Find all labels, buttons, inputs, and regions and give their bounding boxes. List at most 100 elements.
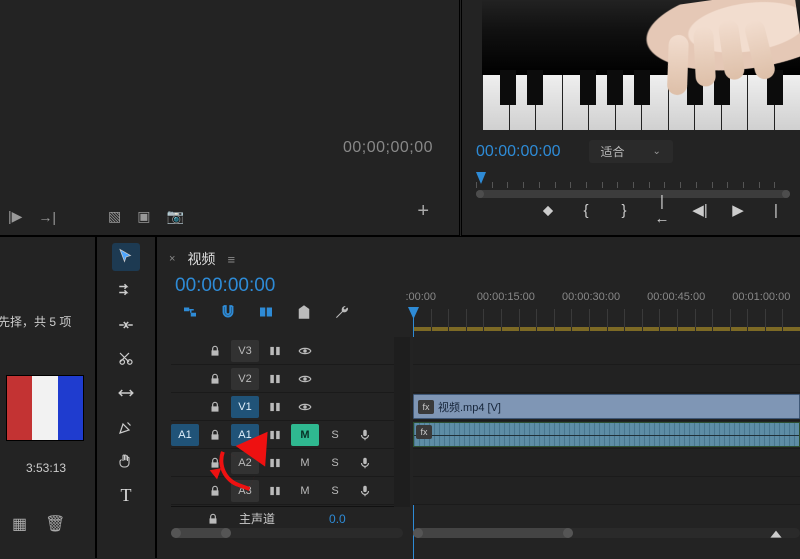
program-viewer[interactable] [482, 0, 800, 130]
sync-lock-icon[interactable] [261, 396, 289, 418]
source-timecode: 00;00;00;00 [343, 139, 433, 157]
insert-icon[interactable]: |▶ [8, 208, 22, 225]
ruler-label: 00:00:30:00 [562, 291, 620, 303]
master-label: 主声道 [239, 510, 275, 527]
trash-icon[interactable]: 🗑 [45, 514, 65, 534]
mark-out-icon[interactable]: } [616, 202, 632, 219]
source-transport: |▶ →| ▧ ▣ 📷 [8, 208, 184, 225]
lock-icon[interactable] [201, 340, 229, 362]
track-row-v2: V2 [171, 365, 409, 393]
sync-lock-icon[interactable] [261, 452, 289, 474]
toggle-output-icon[interactable] [291, 396, 319, 418]
timeline-timecode[interactable]: 00:00:00:00 [175, 275, 275, 297]
mute-button[interactable]: M [291, 452, 319, 474]
lock-icon[interactable] [201, 452, 229, 474]
nest-icon[interactable] [181, 303, 199, 321]
selection-tool[interactable] [112, 243, 140, 271]
lane-v1: fx 视频.mp4 [V] [413, 393, 800, 421]
source-add-button[interactable]: + [417, 200, 429, 223]
lane-v2 [413, 365, 800, 393]
program-time-ruler[interactable] [476, 172, 790, 192]
timeline-zoom-slider[interactable] [171, 528, 403, 538]
mark-in-icon[interactable]: { [578, 202, 594, 219]
panel-menu-icon[interactable]: ≡ [227, 252, 235, 267]
solo-button[interactable]: S [321, 424, 349, 446]
lane-a2 [413, 449, 800, 477]
source-patch-a1[interactable]: A1 [171, 424, 199, 446]
track-row-a3: A3 M S [171, 477, 409, 505]
project-selection-text: 先择，共 5 项 [0, 313, 71, 330]
video-clip[interactable]: fx 视频.mp4 [V] [413, 394, 800, 419]
new-item-icon[interactable]: ▦ [12, 514, 27, 534]
export-frame2-icon[interactable]: ▣ [137, 208, 150, 225]
timeline-scrollbar[interactable] [413, 528, 800, 538]
program-timecode[interactable]: 00:00:00:00 [476, 143, 561, 161]
razor-tool[interactable] [112, 345, 140, 373]
zoom-fit-label: 适合 [601, 143, 625, 160]
linked-selection-icon[interactable] [257, 303, 275, 321]
toggle-output-icon[interactable] [291, 368, 319, 390]
tool-strip: T [96, 236, 156, 558]
track-row-a1: A1 A1 M S [171, 421, 409, 449]
master-value[interactable]: 0.0 [329, 512, 346, 526]
add-marker-icon[interactable]: ⬥ [540, 202, 556, 219]
lock-icon[interactable] [201, 368, 229, 390]
step-back-icon[interactable]: ◀| [692, 201, 708, 219]
track-label-a2[interactable]: A2 [231, 452, 259, 474]
close-sequence-icon[interactable]: × [169, 253, 175, 265]
export-frame-icon[interactable]: ▧ [108, 208, 121, 225]
sync-lock-icon[interactable] [261, 340, 289, 362]
settings-wrench-icon[interactable] [333, 303, 351, 321]
track-select-tool[interactable] [112, 277, 140, 305]
mute-button[interactable]: M [291, 424, 319, 446]
track-label-a1[interactable]: A1 [231, 424, 259, 446]
lock-icon[interactable] [201, 424, 229, 446]
time-ruler[interactable]: :00:00 00:00:15:00 00:00:30:00 00:00:45:… [413, 291, 800, 329]
step-forward-icon[interactable]: | [768, 202, 784, 219]
ruler-label: :00:00 [405, 291, 436, 303]
ruler-label: 00:01:00:00 [732, 291, 790, 303]
lane-v3 [413, 337, 800, 365]
audio-clip[interactable]: fx [413, 422, 800, 447]
track-headers: V3 V2 V1 A1 A1 [171, 337, 409, 505]
slip-tool[interactable] [112, 379, 140, 407]
voice-record-icon[interactable] [351, 452, 379, 474]
track-header-resize[interactable] [394, 337, 410, 507]
sequence-name[interactable]: 视频 [187, 249, 215, 269]
sync-lock-icon[interactable] [261, 424, 289, 446]
solo-button[interactable]: S [321, 480, 349, 502]
voice-record-icon[interactable] [351, 480, 379, 502]
go-to-in-icon[interactable]: |← [654, 193, 670, 227]
hand-tool[interactable] [112, 447, 140, 475]
lane-a1: fx [413, 421, 800, 449]
overwrite-icon[interactable]: →| [38, 209, 56, 225]
track-label-v3[interactable]: V3 [231, 340, 259, 362]
ripple-edit-tool[interactable] [112, 311, 140, 339]
track-label-v1[interactable]: V1 [231, 396, 259, 418]
camera-icon[interactable]: 📷 [167, 208, 184, 225]
fx-badge[interactable]: fx [416, 425, 432, 439]
ruler-label: 00:00:45:00 [647, 291, 705, 303]
track-label-a3[interactable]: A3 [231, 480, 259, 502]
timeline-display-settings-icon[interactable] [768, 524, 784, 540]
track-label-v2[interactable]: V2 [231, 368, 259, 390]
sync-lock-icon[interactable] [261, 480, 289, 502]
sync-lock-icon[interactable] [261, 368, 289, 390]
toggle-output-icon[interactable] [291, 340, 319, 362]
clip-area[interactable]: fx 视频.mp4 [V] fx [413, 337, 800, 505]
bin-thumbnail[interactable] [6, 375, 84, 441]
marker-icon[interactable] [295, 303, 313, 321]
play-icon[interactable]: ▶ [730, 201, 746, 219]
fx-badge[interactable]: fx [418, 400, 434, 414]
lock-icon[interactable] [199, 508, 227, 530]
lock-icon[interactable] [201, 480, 229, 502]
pen-tool[interactable] [112, 413, 140, 441]
lock-icon[interactable] [201, 396, 229, 418]
mute-button[interactable]: M [291, 480, 319, 502]
type-tool[interactable]: T [112, 481, 140, 509]
zoom-fit-dropdown[interactable]: 适合 ⌄ [589, 140, 673, 163]
snap-icon[interactable] [219, 303, 237, 321]
solo-button[interactable]: S [321, 452, 349, 474]
timeline-panel: × 视频 ≡ 00:00:00:00 V3 V2 [156, 236, 800, 558]
voice-record-icon[interactable] [351, 424, 379, 446]
